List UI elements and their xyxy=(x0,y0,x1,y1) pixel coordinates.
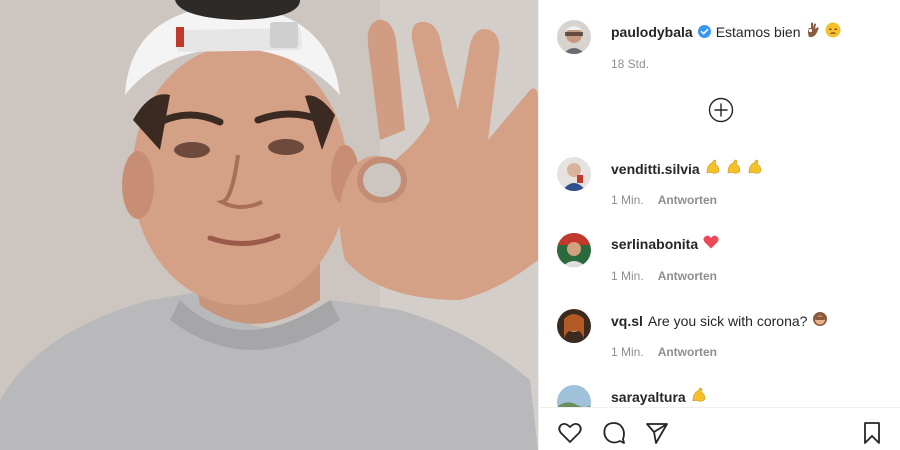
like-button[interactable] xyxy=(557,420,583,446)
comment-username[interactable]: serlinabonita xyxy=(611,236,698,252)
comment-timestamp: 1 Min. xyxy=(611,269,644,283)
verified-badge-icon xyxy=(697,25,711,38)
caption-text: Estamos bien xyxy=(715,23,801,40)
reply-button[interactable]: Antworten xyxy=(658,269,717,283)
speech-bubble-icon xyxy=(603,422,625,444)
post-caption: paulodybala Estamos bien xyxy=(557,20,897,60)
post-timestamp: 18 Std. xyxy=(611,57,650,71)
flexed-biceps-emoji-icon xyxy=(705,159,721,178)
pensive-face-emoji-icon xyxy=(825,22,841,41)
comment-username[interactable]: vq.sl xyxy=(611,313,643,329)
red-heart-emoji-icon xyxy=(703,235,719,252)
see-no-evil-monkey-emoji-icon xyxy=(812,311,828,330)
comment-username[interactable]: venditti.silvia xyxy=(611,161,700,177)
comment-timestamp: 1 Min. xyxy=(611,193,644,207)
reply-button[interactable]: Antworten xyxy=(658,193,717,207)
comment-username[interactable]: sarayaltura xyxy=(611,389,686,405)
flexed-biceps-emoji-icon xyxy=(747,159,763,178)
comment-item: serlinabonita 1 Min. Antworten xyxy=(557,233,897,293)
comment-timestamp: 1 Min. xyxy=(611,345,644,359)
comment-item: sarayaltura xyxy=(557,385,897,407)
paper-plane-icon xyxy=(646,423,668,444)
comment-item: venditti.silvia 1 Min. Antworten xyxy=(557,157,897,217)
flexed-biceps-emoji-icon xyxy=(726,159,742,178)
avatar[interactable] xyxy=(557,309,591,343)
avatar[interactable] xyxy=(557,385,591,407)
save-button[interactable] xyxy=(859,420,885,446)
comments-panel: paulodybala Estamos bien 18 Std. venditt… xyxy=(538,0,900,450)
avatar[interactable] xyxy=(557,157,591,191)
reply-button[interactable]: Antworten xyxy=(658,345,717,359)
bookmark-icon xyxy=(864,422,880,444)
ok-hand-emoji-icon xyxy=(806,22,820,41)
post-username[interactable]: paulodybala xyxy=(611,24,693,40)
comment-text: Are you sick with corona? xyxy=(647,312,808,329)
heart-icon xyxy=(558,422,582,443)
comment-item: vq.sl Are you sick with corona? 1 Min. A… xyxy=(557,309,897,369)
post-action-bar xyxy=(539,407,900,450)
flexed-biceps-emoji-icon xyxy=(691,387,707,406)
post-photo xyxy=(0,0,538,450)
load-more-comments-button[interactable] xyxy=(708,97,734,123)
share-button[interactable] xyxy=(644,420,670,446)
selfie-image xyxy=(0,0,538,450)
plus-circle-icon xyxy=(708,97,734,123)
avatar[interactable] xyxy=(557,233,591,267)
comment-button[interactable] xyxy=(601,420,627,446)
avatar[interactable] xyxy=(557,20,591,54)
